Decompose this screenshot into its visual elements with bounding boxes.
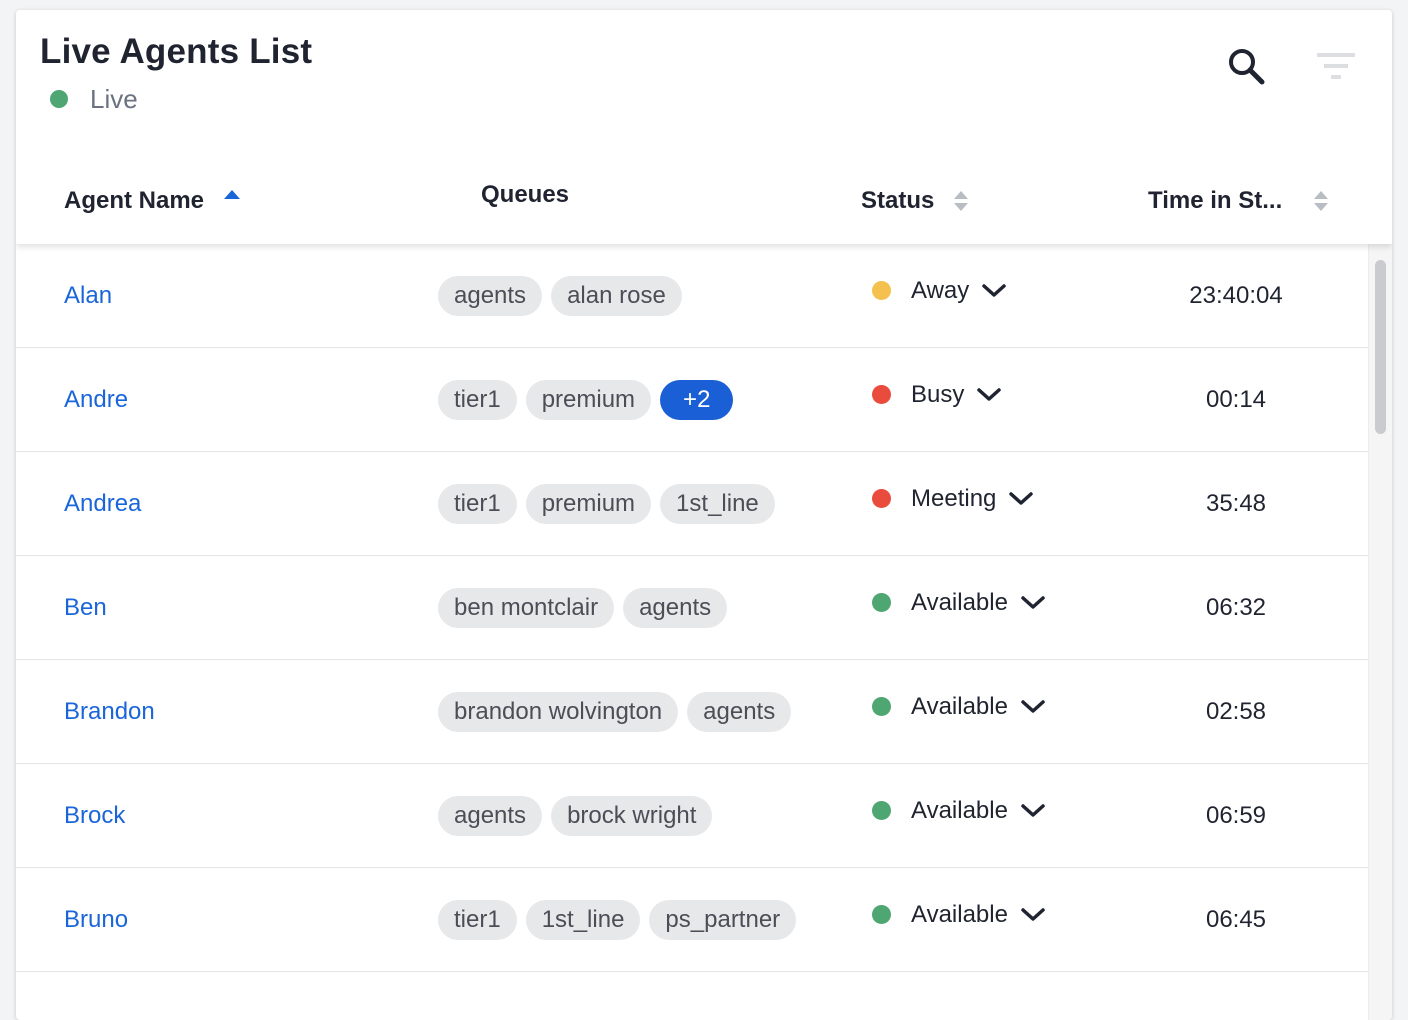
table-row[interactable]: Ben ben montclair agents Available 06:32 bbox=[16, 556, 1368, 660]
status-label: Available bbox=[911, 692, 1008, 720]
column-header-agent-name[interactable]: Agent Name bbox=[64, 186, 241, 216]
queue-chip: ps_partner bbox=[649, 899, 797, 940]
status-dropdown[interactable]: Available bbox=[872, 764, 1046, 857]
queue-chips: agents alan rose bbox=[438, 244, 682, 347]
status-dropdown[interactable]: Busy bbox=[872, 348, 1002, 441]
status-label: Away bbox=[911, 276, 970, 304]
agent-name-link[interactable]: Andrea bbox=[64, 452, 141, 555]
status-dot bbox=[872, 281, 891, 300]
queue-chip: tier1 bbox=[438, 379, 517, 420]
queue-chip: brock wright bbox=[551, 795, 713, 836]
time-in-status: 23:40:04 bbox=[1189, 282, 1283, 309]
time-in-status: 35:48 bbox=[1205, 490, 1267, 517]
queue-chip: agents bbox=[623, 587, 728, 628]
column-header-time-in-status[interactable]: Time in St... bbox=[1148, 186, 1329, 216]
table-row[interactable]: Brock agents brock wright Available 06:59 bbox=[16, 764, 1368, 868]
status-label: Available bbox=[911, 900, 1008, 928]
chevron-down-icon[interactable] bbox=[1020, 699, 1046, 715]
queue-chips: ben montclair agents bbox=[438, 556, 728, 659]
sort-ascending-icon[interactable] bbox=[224, 189, 241, 199]
agents-table-body: Alan agents alan rose Away 23:40:04 Andre tier… bbox=[16, 244, 1368, 972]
status-dot bbox=[872, 801, 891, 820]
queue-chips: tier1 1st_line ps_partner bbox=[438, 868, 797, 971]
chevron-down-icon[interactable] bbox=[1020, 595, 1046, 611]
queue-chip: premium bbox=[525, 483, 652, 524]
filter-icon[interactable] bbox=[1315, 50, 1357, 82]
agent-name-link[interactable]: Ben bbox=[64, 556, 107, 659]
status-label: Busy bbox=[911, 380, 965, 408]
more-queues-button[interactable]: +2 bbox=[660, 379, 734, 420]
queue-chip: brandon wolvington bbox=[438, 691, 679, 732]
agent-name-link[interactable]: Alan bbox=[64, 244, 112, 347]
status-label: Available bbox=[911, 796, 1008, 824]
column-header-status-label: Status bbox=[861, 187, 935, 214]
chevron-down-icon[interactable] bbox=[1020, 803, 1046, 819]
status-dropdown[interactable]: Available bbox=[872, 660, 1046, 753]
queue-chip: ben montclair bbox=[438, 587, 615, 628]
chevron-down-icon[interactable] bbox=[1020, 907, 1046, 923]
time-in-status: 06:32 bbox=[1205, 594, 1267, 621]
live-indicator: Live bbox=[50, 84, 138, 114]
live-label: Live bbox=[90, 83, 138, 114]
status-dropdown[interactable]: Available bbox=[872, 556, 1046, 649]
time-in-status: 06:45 bbox=[1205, 906, 1267, 933]
time-in-status: 02:58 bbox=[1205, 698, 1267, 725]
column-header-queues-label: Queues bbox=[481, 181, 570, 208]
status-dot bbox=[872, 489, 891, 508]
chevron-down-icon[interactable] bbox=[981, 283, 1007, 299]
sort-icon[interactable] bbox=[954, 191, 969, 211]
queue-chips: tier1 premium +2 bbox=[438, 348, 734, 451]
agent-name-link[interactable]: Bruno bbox=[64, 868, 128, 971]
search-icon[interactable] bbox=[1226, 46, 1268, 88]
status-dot bbox=[872, 905, 891, 924]
time-in-status: 00:14 bbox=[1205, 386, 1267, 413]
chevron-down-icon[interactable] bbox=[976, 387, 1002, 403]
chevron-down-icon[interactable] bbox=[1008, 491, 1034, 507]
status-label: Meeting bbox=[911, 484, 997, 512]
table-row[interactable]: Andre tier1 premium +2 Busy 00:14 bbox=[16, 348, 1368, 452]
sort-icon[interactable] bbox=[1314, 191, 1329, 211]
queue-chip: agents bbox=[687, 691, 792, 732]
status-dropdown[interactable]: Meeting bbox=[872, 452, 1034, 545]
page-title: Live Agents List bbox=[40, 32, 313, 71]
status-dot bbox=[872, 593, 891, 612]
queue-chip: premium bbox=[525, 379, 652, 420]
scrollbar-thumb[interactable] bbox=[1375, 260, 1386, 434]
queue-chip: agents bbox=[438, 275, 543, 316]
list-header: Live Agents List Live Agent Name Queues … bbox=[16, 10, 1392, 244]
column-header-agent-name-label: Agent Name bbox=[64, 187, 205, 214]
column-header-queues: Queues bbox=[481, 180, 569, 210]
table-row[interactable]: Bruno tier1 1st_line ps_partner Available 06:… bbox=[16, 868, 1368, 972]
queue-chip: 1st_line bbox=[660, 483, 775, 524]
column-header-status[interactable]: Status bbox=[861, 186, 969, 216]
status-dot bbox=[872, 697, 891, 716]
queue-chip: tier1 bbox=[438, 483, 517, 524]
agent-name-link[interactable]: Andre bbox=[64, 348, 128, 451]
queue-chip: 1st_line bbox=[525, 899, 641, 940]
queue-chip: agents bbox=[438, 795, 543, 836]
status-dot bbox=[872, 385, 891, 404]
status-dropdown[interactable]: Away bbox=[872, 244, 1007, 337]
status-dropdown[interactable]: Available bbox=[872, 868, 1046, 961]
scrollbar[interactable] bbox=[1368, 244, 1392, 1020]
column-header-time-label: Time in St... bbox=[1148, 187, 1283, 214]
queue-chips: agents brock wright bbox=[438, 764, 713, 867]
agent-name-link[interactable]: Brock bbox=[64, 764, 125, 867]
table-row[interactable]: Brandon brandon wolvington agents Available… bbox=[16, 660, 1368, 764]
queue-chip: tier1 bbox=[438, 899, 517, 940]
agent-name-link[interactable]: Brandon bbox=[64, 660, 155, 763]
status-label: Available bbox=[911, 588, 1008, 616]
live-status-dot bbox=[50, 90, 68, 108]
queue-chip: alan rose bbox=[551, 275, 682, 316]
table-row[interactable]: Andrea tier1 premium 1st_line Meeting 35:48 bbox=[16, 452, 1368, 556]
live-agents-card: Live Agents List Live Agent Name Queues … bbox=[16, 10, 1392, 1020]
queue-chips: brandon wolvington agents bbox=[438, 660, 792, 763]
table-row[interactable]: Alan agents alan rose Away 23:40:04 bbox=[16, 244, 1368, 348]
queue-chips: tier1 premium 1st_line bbox=[438, 452, 775, 555]
time-in-status: 06:59 bbox=[1205, 802, 1267, 829]
